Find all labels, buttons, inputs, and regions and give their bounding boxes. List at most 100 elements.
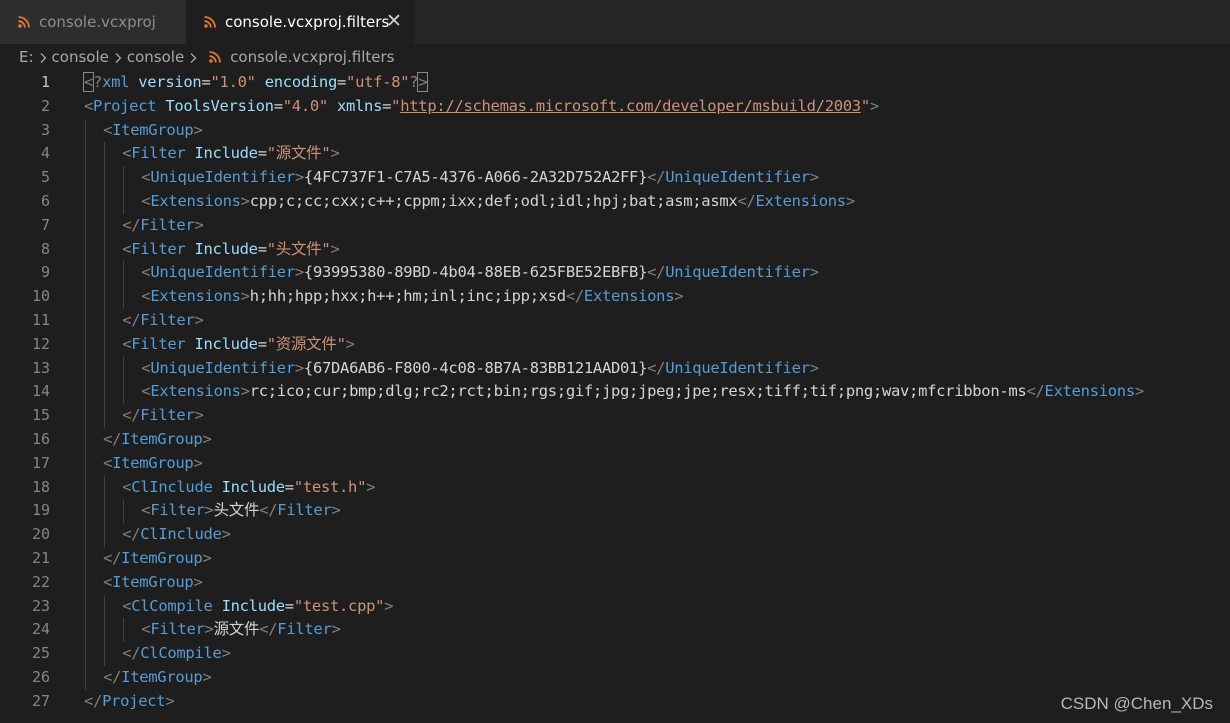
code-line[interactable]: 25 </ClCompile> (0, 642, 1230, 666)
code-token: > (221, 525, 231, 544)
code-token: Project (102, 691, 166, 710)
code-token: </ (103, 430, 122, 448)
code-line[interactable]: 9 <UniqueIdentifier>{93995380-89BD-4b04-8… (0, 261, 1230, 286)
code-line[interactable]: 4 <Filter Include="源文件"> (0, 142, 1230, 167)
code-text: </Filter> (122, 214, 204, 238)
code-token: cpp;c;cc;cxx;c++;cppm;ixx;def;odl;idl;hp… (249, 192, 738, 210)
code-token: </ (84, 691, 103, 710)
code-text: <Filter>源文件</Filter> (141, 618, 341, 642)
line-number: 13 (31, 358, 50, 377)
code-token: </ (259, 501, 278, 520)
code-token: Filter (131, 239, 195, 258)
code-token: > (345, 334, 355, 353)
code-token: h;hh;hpp;hxx;h++;hm;inl;inc;ipp;xsd (249, 287, 566, 306)
code-token: Filter (277, 620, 332, 639)
code-token: < (103, 453, 113, 472)
code-line[interactable]: 26 </ItemGroup> (0, 666, 1230, 690)
indent-guide (85, 594, 86, 619)
code-line[interactable]: 16 </ItemGroup> (0, 428, 1230, 452)
rss-file-icon (209, 51, 222, 63)
code-text: <UniqueIdentifier>{67DA6AB6-F800-4c08-8B… (141, 357, 819, 381)
code-line[interactable]: 17 <ItemGroup> (0, 451, 1230, 476)
code-line[interactable]: 10 <Extensions>h;hh;hpp;hxx;h++;hm;inl;in… (0, 285, 1230, 309)
chevron-right-icon (114, 48, 122, 66)
code-token: rc;ico;cur;bmp;dlg;rc2;rct;bin;rgs;gif;j… (249, 382, 1027, 401)
code-line[interactable]: 2 <Project ToolsVersion="4.0" xmlns="http… (0, 95, 1230, 119)
code-token: {93995380-89BD-4b04-88EB-625FBE52EBFB} (303, 263, 648, 282)
code-token: </ (122, 215, 141, 234)
code-token: ClCompile (140, 644, 222, 663)
code-token: > (193, 572, 203, 591)
code-line[interactable]: 22 <ItemGroup> (0, 570, 1230, 595)
code-line[interactable]: 21 </ItemGroup> (0, 547, 1230, 571)
code-line[interactable]: 11 </Filter> (0, 309, 1230, 333)
code-line[interactable]: 24 <Filter>源文件</Filter> (0, 618, 1230, 643)
code-line[interactable]: 20 </ClInclude> (0, 523, 1230, 547)
code-line[interactable]: 1 <?xml version="1.0" encoding="utf-8"?> (0, 71, 1230, 95)
close-icon[interactable]: ✕ (386, 11, 402, 31)
code-token: "1.0" (210, 73, 265, 91)
line-number: 1 (40, 73, 50, 91)
code-token: {4FC737F1-C7A5-4376-A066-2A32D752A2FF} (303, 168, 648, 187)
code-token: < (122, 239, 132, 258)
code-token: < (122, 596, 132, 615)
code-token: </ (259, 620, 278, 639)
code-token: > (240, 382, 250, 401)
code-token: ? (93, 73, 103, 91)
code-line[interactable]: 18 <ClInclude Include="test.h"> (0, 475, 1230, 500)
code-token: = (382, 96, 392, 115)
code-token: < (84, 96, 94, 115)
indent-guide (104, 380, 106, 405)
indent-guide (104, 618, 106, 643)
code-token: http://schemas.microsoft.com/developer/m… (400, 96, 861, 115)
code-token: </ (122, 311, 141, 329)
code-token: Filter (140, 215, 195, 234)
code-token: = (273, 96, 283, 115)
code-token: UniqueIdentifier (150, 168, 295, 187)
code-token: "源文件" (266, 144, 331, 163)
code-token: = (284, 477, 294, 496)
code-line[interactable]: 15 </Filter> (0, 404, 1230, 428)
code-token: Project (93, 96, 166, 115)
code-token: < (122, 334, 132, 353)
code-line[interactable]: 23 <ClCompile Include="test.cpp"> (0, 594, 1230, 619)
code-line[interactable]: 8 <Filter Include="头文件"> (0, 237, 1230, 262)
code-line[interactable]: 6 <Extensions>cpp;c;cc;cxx;c++;cppm;ixx;d… (0, 190, 1230, 214)
indent-guide (104, 309, 106, 333)
code-line[interactable]: 19 <Filter>头文件</Filter> (0, 499, 1230, 524)
code-text: <UniqueIdentifier > {4FC737F1-C7A5-4376-A0… (141, 166, 819, 190)
indent-guide (123, 166, 125, 190)
breadcrumb-item-folder[interactable]: console (127, 48, 184, 66)
code-line[interactable]: 5 <UniqueIdentifier>{4FC737F1-C7A5-4376-A… (0, 166, 1230, 190)
code-token: ItemGroup (121, 549, 203, 567)
code-token: > (809, 168, 819, 187)
code-editor[interactable]: 1 <?xml version="1.0" encoding="utf-8"?> 2… (0, 71, 1230, 723)
code-token: Include (221, 477, 286, 496)
tab-console-vcxproj[interactable]: console.vcxproj (0, 0, 186, 44)
code-line[interactable]: 13 <UniqueIdentifier>{67DA6AB6-F800-4c08-… (0, 356, 1230, 381)
code-token: ? (409, 73, 419, 91)
code-token: > (331, 620, 341, 639)
indent-guide (85, 451, 86, 476)
code-token: 头文件 (213, 501, 260, 520)
breadcrumb-item-drive[interactable]: E: (19, 48, 34, 66)
code-line[interactable]: 14 <Extensions>rc;ico;cur;bmp;dlg;rc2;rct… (0, 380, 1230, 405)
code-token: ItemGroup (112, 453, 194, 472)
code-token: = (257, 239, 267, 258)
code-token: < (141, 168, 151, 187)
code-token: = (257, 334, 267, 353)
code-token: > (240, 287, 250, 306)
code-line[interactable]: 3 <ItemGroup> (0, 118, 1230, 143)
tab-console-vcxproj-filters[interactable]: console.vcxproj.filters ✕ (186, 0, 414, 44)
code-token: > (869, 96, 879, 115)
code-token: < (103, 120, 113, 139)
code-line[interactable]: 7 </Filter> (0, 213, 1230, 238)
code-token: </ (103, 668, 122, 686)
breadcrumb-item-folder[interactable]: console (52, 48, 109, 66)
breadcrumb-item-file[interactable]: console.vcxproj.filters (230, 48, 394, 66)
code-token: ItemGroup (112, 120, 194, 139)
code-token: > (194, 406, 204, 425)
code-line[interactable]: 12 <Filter Include="资源文件"> (0, 332, 1230, 357)
code-line[interactable]: 27 </Project> (0, 690, 1230, 714)
code-token: Filter (131, 144, 195, 163)
